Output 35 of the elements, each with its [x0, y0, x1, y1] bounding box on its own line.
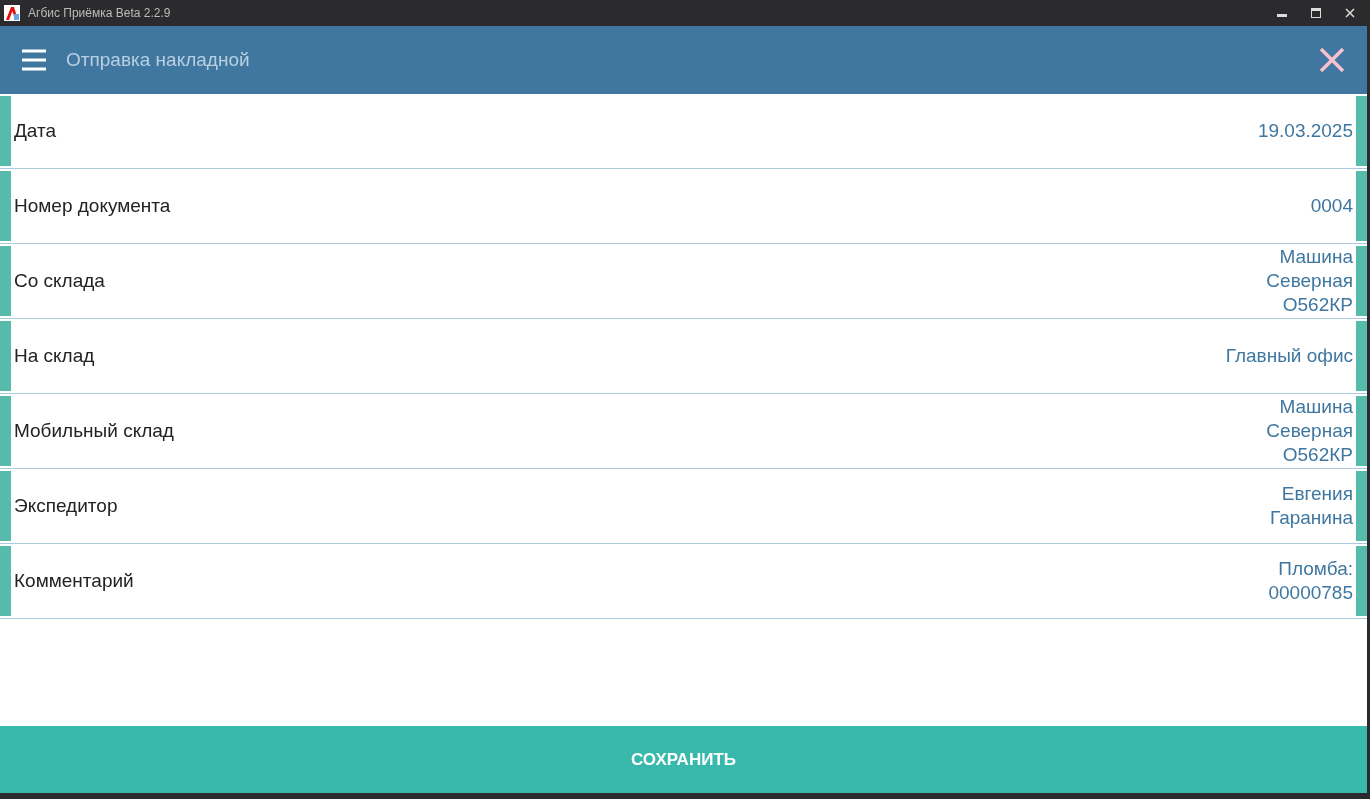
close-icon[interactable]: [1319, 47, 1345, 73]
row-marker: [1356, 171, 1367, 241]
row-marker: [1356, 96, 1367, 166]
field-value[interactable]: Главный офис: [1225, 344, 1356, 368]
row-marker: [1356, 321, 1367, 391]
row-marker: [0, 321, 11, 391]
row-marker: [1356, 396, 1367, 466]
field-value[interactable]: Машина Северная О562КР: [1266, 395, 1356, 467]
field-label: На склад: [13, 343, 95, 368]
field-label: Дата: [13, 118, 57, 143]
row-marker: [0, 171, 11, 241]
field-label: Со склада: [13, 268, 105, 293]
field-label: Экспедитор: [13, 493, 118, 518]
window-title: Агбис Приёмка Beta 2.2.9: [28, 5, 171, 22]
field-label: Комментарий: [13, 568, 134, 593]
row-marker: [0, 546, 11, 616]
field-value[interactable]: Машина Северная О562КР: [1266, 245, 1356, 317]
row-marker: [0, 471, 11, 541]
app-logo-icon: [4, 5, 20, 21]
field-value[interactable]: 19.03.2025: [1257, 119, 1356, 143]
field-value[interactable]: Евгения Гаранина: [1269, 482, 1356, 530]
maximize-icon: [1311, 8, 1321, 18]
menu-icon[interactable]: [22, 49, 46, 71]
row-marker: [1356, 246, 1367, 316]
page-title: Отправка накладной: [66, 47, 250, 72]
row-marker: [0, 96, 11, 166]
close-icon: [1345, 8, 1355, 18]
row-marker: [1356, 546, 1367, 616]
field-value[interactable]: 0004: [1310, 194, 1356, 218]
field-label: Номер документа: [13, 193, 171, 218]
row-marker: [0, 396, 11, 466]
row-marker: [0, 246, 11, 316]
row-marker: [1356, 471, 1367, 541]
field-label: Мобильный склад: [13, 418, 174, 443]
field-value[interactable]: Пломба: 00000785: [1268, 557, 1356, 605]
